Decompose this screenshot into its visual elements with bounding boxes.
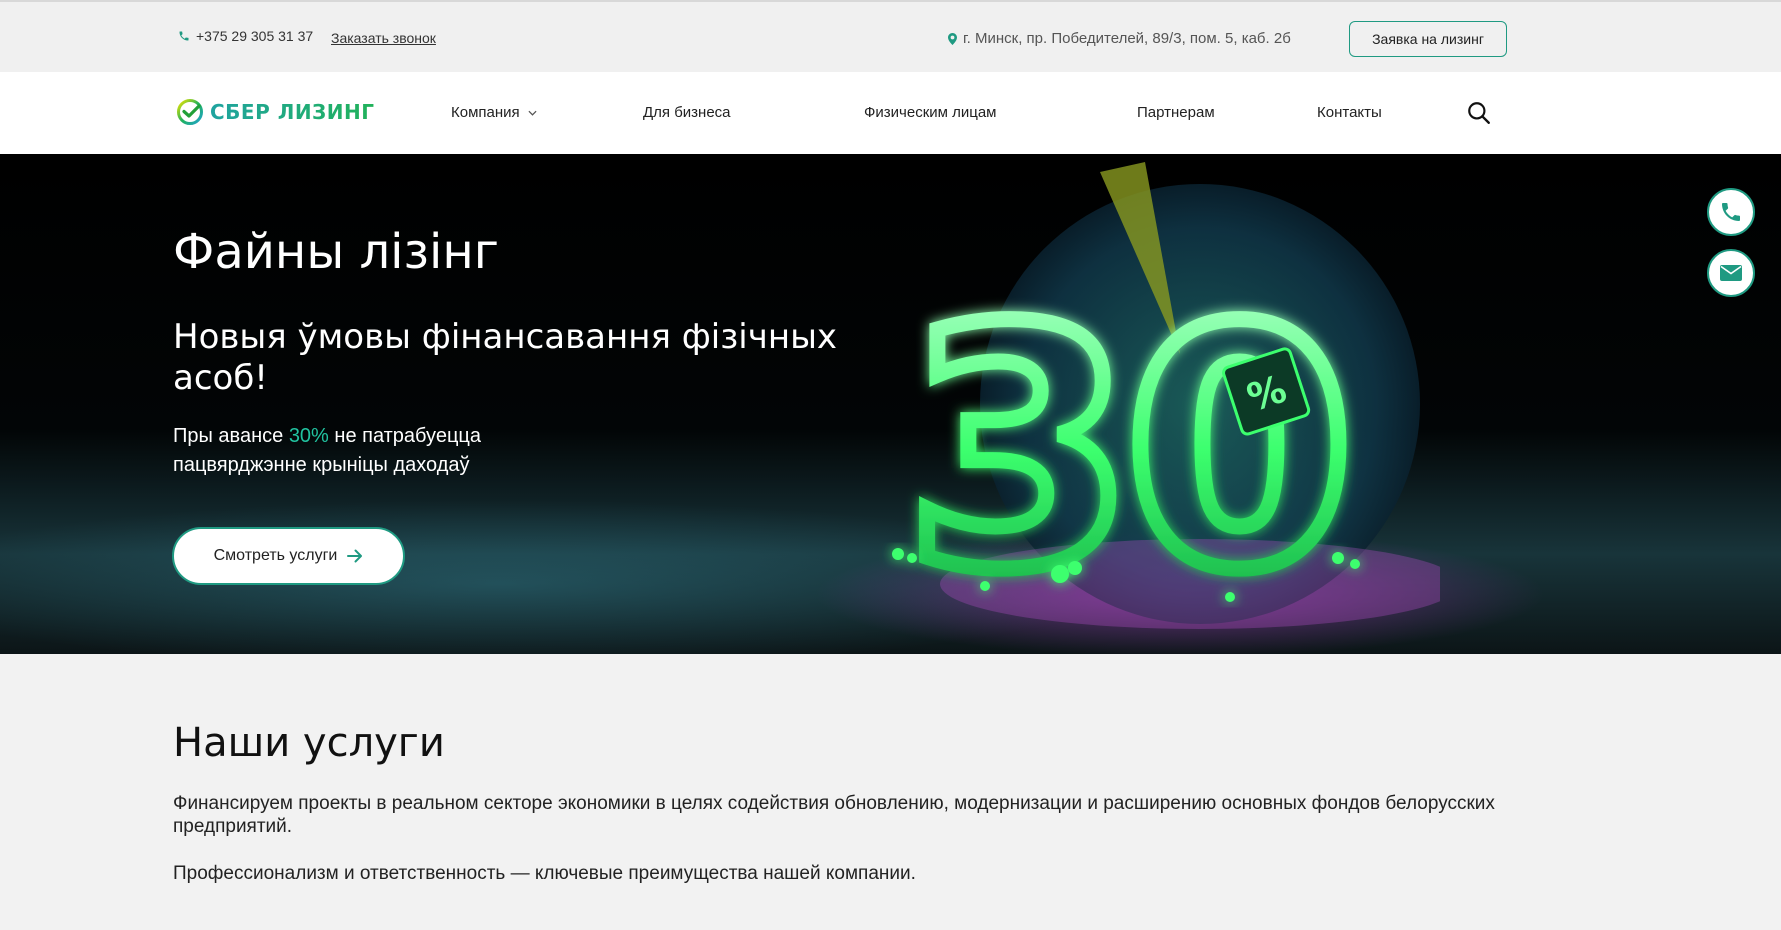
logo[interactable]: СБЕР ЛИЗИНГ — [176, 98, 374, 126]
view-services-label: Смотреть услуги — [213, 547, 338, 564]
top-bar: +375 29 305 31 37 Заказать звонок г. Мин… — [0, 0, 1781, 72]
nav-item-contacts[interactable]: Контакты — [1317, 104, 1382, 121]
mail-icon — [1720, 265, 1742, 281]
location-pin-icon — [948, 32, 957, 45]
services-paragraph-2: Профессионализм и ответственность — ключ… — [173, 863, 916, 884]
sber-logo-icon — [177, 99, 203, 125]
arrow-right-icon — [347, 549, 363, 563]
hero-title: Файны лізінг — [173, 224, 499, 280]
logo-text: СБЕР ЛИЗИНГ — [210, 100, 375, 124]
view-services-button[interactable]: Смотреть услуги — [172, 527, 405, 585]
chevron-down-icon — [528, 110, 537, 116]
hero-text-accent: 30% — [288, 425, 329, 447]
hero-art-number: 30 — [905, 258, 1344, 642]
hero-description: Пры авансе 30% не патрабуецца пацвярджэн… — [173, 422, 593, 480]
address: г. Минск, пр. Победителей, 89/3, пом. 5,… — [948, 30, 1291, 47]
phone-icon — [1722, 203, 1740, 221]
callback-link[interactable]: Заказать звонок — [331, 30, 436, 46]
phone-number: +375 29 305 31 37 — [196, 28, 314, 44]
address-text: г. Минск, пр. Победителей, 89/3, пом. 5,… — [963, 30, 1291, 47]
services-title: Наши услуги — [173, 720, 445, 766]
nav-item-company[interactable]: Компания — [451, 104, 537, 121]
nav-item-label: Компания — [451, 104, 520, 121]
services-paragraph-1: Финансируем проекты в реальном секторе э… — [173, 793, 1495, 837]
nav-item-partners[interactable]: Партнерам — [1137, 104, 1215, 121]
nav-item-business[interactable]: Для бизнеса — [643, 104, 731, 121]
services-section: Наши услуги Финансируем проекты в реальн… — [0, 654, 1781, 930]
hero-banner: 30 % Файны лізінг Новыя ўмовы фінансаван… — [0, 154, 1781, 654]
nav-item-individuals[interactable]: Физическим лицам — [864, 104, 997, 121]
lease-request-button[interactable]: Заявка на лизинг — [1349, 21, 1507, 57]
phone-icon — [179, 31, 189, 41]
hero-text-before: Пры авансе — [173, 425, 289, 447]
floating-mail-button[interactable] — [1707, 249, 1755, 297]
hero-subtitle: Новыя ўмовы фінансавання фізічных асоб! — [173, 317, 838, 398]
search-icon[interactable] — [1466, 100, 1492, 126]
main-nav: СБЕР ЛИЗИНГ Компания Для бизнеса Физичес… — [0, 72, 1781, 154]
floating-call-button[interactable] — [1707, 188, 1755, 236]
phone-link[interactable]: +375 29 305 31 37 — [178, 28, 313, 44]
hero-illustration: 30 % — [892, 162, 1440, 650]
